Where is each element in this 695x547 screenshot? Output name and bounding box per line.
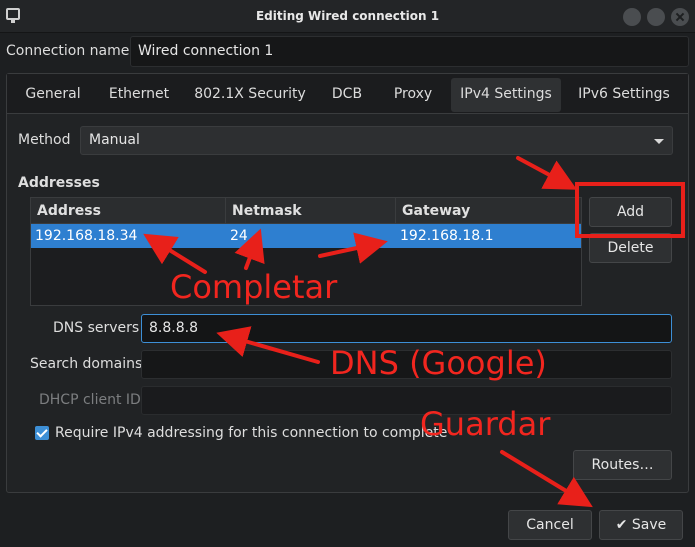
column-address[interactable]: Address xyxy=(31,198,226,224)
addresses-heading: Addresses xyxy=(18,175,100,191)
require-ipv4-label[interactable]: Require IPv4 addressing for this connect… xyxy=(55,425,447,441)
column-gateway[interactable]: Gateway xyxy=(396,198,581,224)
tab-dcb[interactable]: DCB xyxy=(321,78,373,112)
method-label: Method xyxy=(18,132,71,148)
addresses-table-header: Address Netmask Gateway xyxy=(31,198,581,224)
search-domains-label: Search domains xyxy=(30,356,143,372)
tab-bar: General Ethernet 802.1X Security DCB Pro… xyxy=(7,74,688,114)
maximize-button[interactable] xyxy=(647,8,665,26)
connection-name-input[interactable]: Wired connection 1 xyxy=(130,36,689,67)
address-cell[interactable]: 192.168.18.34 xyxy=(35,228,137,244)
tab-802-1x-security[interactable]: 802.1X Security xyxy=(189,78,311,112)
require-ipv4-checkbox[interactable] xyxy=(35,426,49,440)
save-button[interactable]: ✔ Save xyxy=(599,510,683,540)
column-netmask[interactable]: Netmask xyxy=(226,198,396,224)
dhcp-client-id-label: DHCP client ID xyxy=(39,392,141,408)
cancel-button[interactable]: Cancel xyxy=(508,510,592,540)
routes-button[interactable]: Routes… xyxy=(573,450,672,480)
method-value: Manual xyxy=(89,132,140,148)
tab-ipv4-settings[interactable]: IPv4 Settings xyxy=(451,78,561,112)
annotation-guardar: Guardar xyxy=(420,405,551,443)
table-row[interactable]: 192.168.18.34 24 192.168.18.1 xyxy=(31,224,581,248)
dns-servers-label: DNS servers xyxy=(53,320,140,336)
gateway-cell[interactable]: 192.168.18.1 xyxy=(400,228,494,244)
checkmark-icon: ✔ xyxy=(615,517,628,533)
tab-proxy[interactable]: Proxy xyxy=(383,78,443,112)
highlight-box xyxy=(575,182,685,238)
minimize-button[interactable] xyxy=(623,8,641,26)
annotation-dns-google: DNS (Google) xyxy=(330,344,547,382)
dhcp-client-id-input[interactable] xyxy=(141,386,672,415)
annotation-completar: Completar xyxy=(170,268,338,306)
netmask-cell[interactable]: 24 xyxy=(230,228,248,244)
tab-ipv6-settings[interactable]: IPv6 Settings xyxy=(569,78,679,112)
tab-ethernet[interactable]: Ethernet xyxy=(99,78,179,112)
save-button-label: Save xyxy=(631,517,667,533)
title-bar: Editing Wired connection 1 xyxy=(0,0,695,33)
dns-servers-input[interactable]: 8.8.8.8 xyxy=(141,314,672,343)
chevron-down-icon xyxy=(654,139,664,144)
window-title: Editing Wired connection 1 xyxy=(255,9,440,23)
close-button[interactable] xyxy=(671,8,689,26)
connection-name-label: Connection name xyxy=(6,43,130,59)
method-dropdown[interactable]: Manual xyxy=(80,126,673,155)
tab-general[interactable]: General xyxy=(15,78,91,112)
